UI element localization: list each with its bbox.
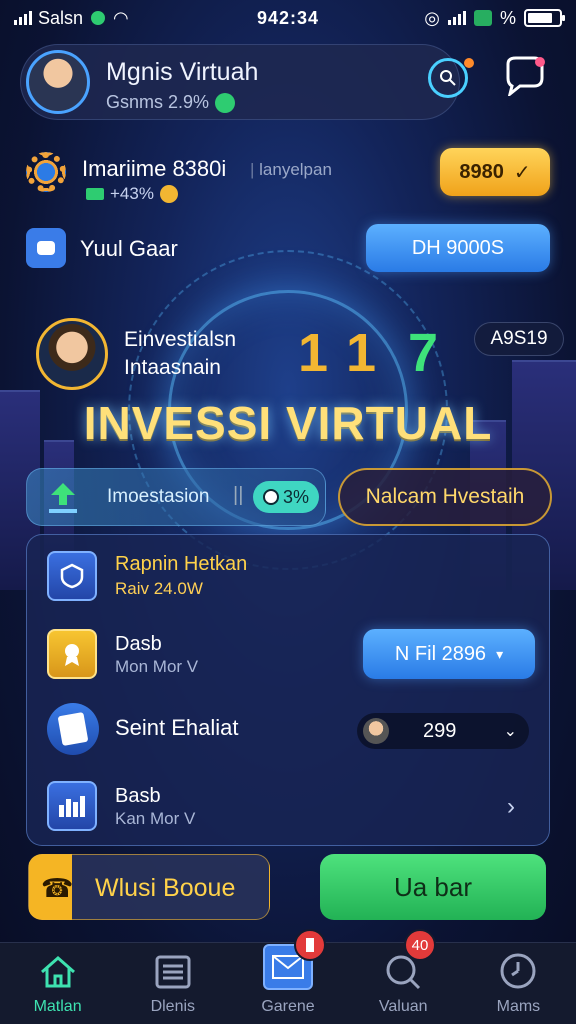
percent-pill: 3%	[253, 481, 319, 513]
tab-messages-label: Garene	[261, 998, 315, 1015]
hero-number-2: 1	[346, 323, 377, 383]
profile-subtitle-text: Gsnms 2.9%	[106, 92, 210, 112]
cell-signal-icon	[447, 11, 466, 25]
panel-item-3-value: 299	[423, 719, 457, 742]
tab-messages-badge	[294, 929, 327, 961]
chat-icon[interactable]	[500, 52, 548, 100]
panel-item-2-sub: Mon Mor V	[115, 657, 199, 676]
paper-shape	[57, 711, 89, 747]
row2-button[interactable]: DH 9000S	[366, 224, 550, 272]
row1-sub: +43%	[86, 184, 178, 204]
row1-title: Imariime 8380i	[82, 156, 227, 181]
coin-icon	[215, 92, 236, 113]
chevron-down-icon: ⌄	[503, 723, 517, 740]
tab-search[interactable]: 40 Valuan	[346, 929, 461, 1024]
data-icon	[473, 10, 492, 26]
tab-bar: Matlan Dlenis Garene 40 Valuan Mams	[0, 929, 576, 1024]
cash-icon	[86, 188, 104, 200]
coin-icon	[159, 185, 178, 203]
home-icon	[40, 956, 75, 988]
panel-item-3-title: Seint Ehaliat	[115, 715, 239, 740]
whatsapp-icon	[89, 9, 108, 27]
phone-icon: ☎	[41, 873, 74, 903]
row1-sep-text: lanyelpan	[259, 160, 332, 179]
tab-messages-badge-mark	[306, 938, 315, 952]
alarm-icon: ◎	[424, 7, 440, 28]
profile-subtitle: Gsnms 2.9%	[106, 92, 236, 113]
wifi-icon: ◠	[113, 7, 129, 28]
tab-profile[interactable]: Mams	[461, 943, 576, 1024]
panel-item-1-title: Rapnin Hetkan	[115, 553, 248, 575]
options-panel: Rapnin Hetkan Raiv 24.0W Dasb Mon Mor V …	[26, 534, 550, 846]
hero-badge: A9S19	[474, 322, 564, 356]
hero-number-3: 7	[408, 323, 439, 383]
investor-avatar	[36, 318, 108, 390]
row1-sub-text: +43%	[110, 184, 154, 203]
chart-up-icon	[45, 481, 81, 515]
percent-value: 3%	[282, 486, 309, 507]
shield-icon	[47, 551, 97, 601]
panel-item-3-select[interactable]: 299 ⌄	[357, 713, 529, 749]
tab-search-label: Valuan	[378, 998, 428, 1015]
battery-percent: %	[499, 7, 516, 28]
panel-item-2-select[interactable]: N Fil 2896 ▾	[363, 629, 535, 679]
hero-label: Einvestialsn Intaasnain	[124, 326, 236, 382]
profile-name: Mgnis Virtuah	[106, 58, 259, 86]
status-bar: Salsn ◠ 942:34 ◎ %	[0, 0, 576, 36]
investment-bar[interactable]: Imoestasion || 3%	[26, 468, 326, 526]
tab-home[interactable]: Matlan	[0, 943, 115, 1024]
ribbon-icon	[47, 629, 97, 679]
panel-item-2-select-label: N Fil 2896	[394, 642, 487, 665]
heart-shape	[37, 241, 55, 255]
hero-label-line2: Intaasnain	[124, 356, 221, 379]
investment-label: Imoestasion	[107, 486, 210, 507]
left-action-label: Wlusi Booue	[95, 874, 236, 902]
panel-item-4-sub: Kan Mor V	[115, 809, 196, 828]
panel-item-1-sub: Raiv 24.0W	[115, 579, 203, 598]
carrier-label: Salsn	[38, 7, 84, 28]
tab-messages[interactable]: Garene	[230, 929, 345, 1024]
separator: ||	[233, 484, 244, 506]
hero-title: INVESSI VIRTUAL	[83, 397, 493, 449]
row1-button[interactable]: 8980 ✓	[440, 148, 550, 196]
tab-list-label: Dlenis	[150, 998, 196, 1015]
panel-item-2-title: Dasb	[115, 633, 162, 655]
battery-icon	[524, 9, 565, 27]
tab-search-badge: 40	[403, 929, 437, 961]
profile-avatar[interactable]	[26, 50, 90, 114]
chevron-right-icon[interactable]: ›	[507, 793, 515, 821]
notification-dot-icon	[464, 58, 474, 68]
wallet-icon	[26, 228, 66, 268]
chevron-down-icon: ▾	[496, 645, 504, 662]
tab-profile-label: Mams	[496, 998, 541, 1015]
clock-icon	[500, 953, 536, 989]
coin-icon	[262, 489, 279, 505]
tab-list[interactable]: Dlenis	[115, 943, 230, 1024]
bar-chart-icon	[47, 781, 97, 831]
hero-number-1: 1	[298, 323, 329, 383]
tab-home-label: Matlan	[33, 998, 82, 1015]
document-icon	[47, 703, 99, 755]
separator-bar: |	[250, 160, 260, 179]
gear-icon	[26, 152, 66, 192]
right-action-button[interactable]: Ua bar	[320, 854, 546, 920]
investment-action-button[interactable]: Nalcam Hvestaih	[338, 468, 552, 526]
hero-label-line1: Einvestialsn	[124, 328, 237, 351]
check-icon: ✓	[513, 161, 531, 184]
row1-separator-label: | lanyelpan	[250, 160, 332, 180]
row1-button-label: 8980	[459, 160, 504, 183]
left-action-button[interactable]: ☎ Wlusi Booue	[28, 854, 270, 920]
signal-icon	[14, 11, 32, 25]
search-icon[interactable]	[428, 58, 468, 98]
row2-title: Yuul Gaar	[80, 236, 178, 261]
user-avatar-icon	[363, 718, 389, 744]
list-icon	[155, 955, 191, 989]
panel-item-4-title: Basb	[115, 785, 161, 807]
